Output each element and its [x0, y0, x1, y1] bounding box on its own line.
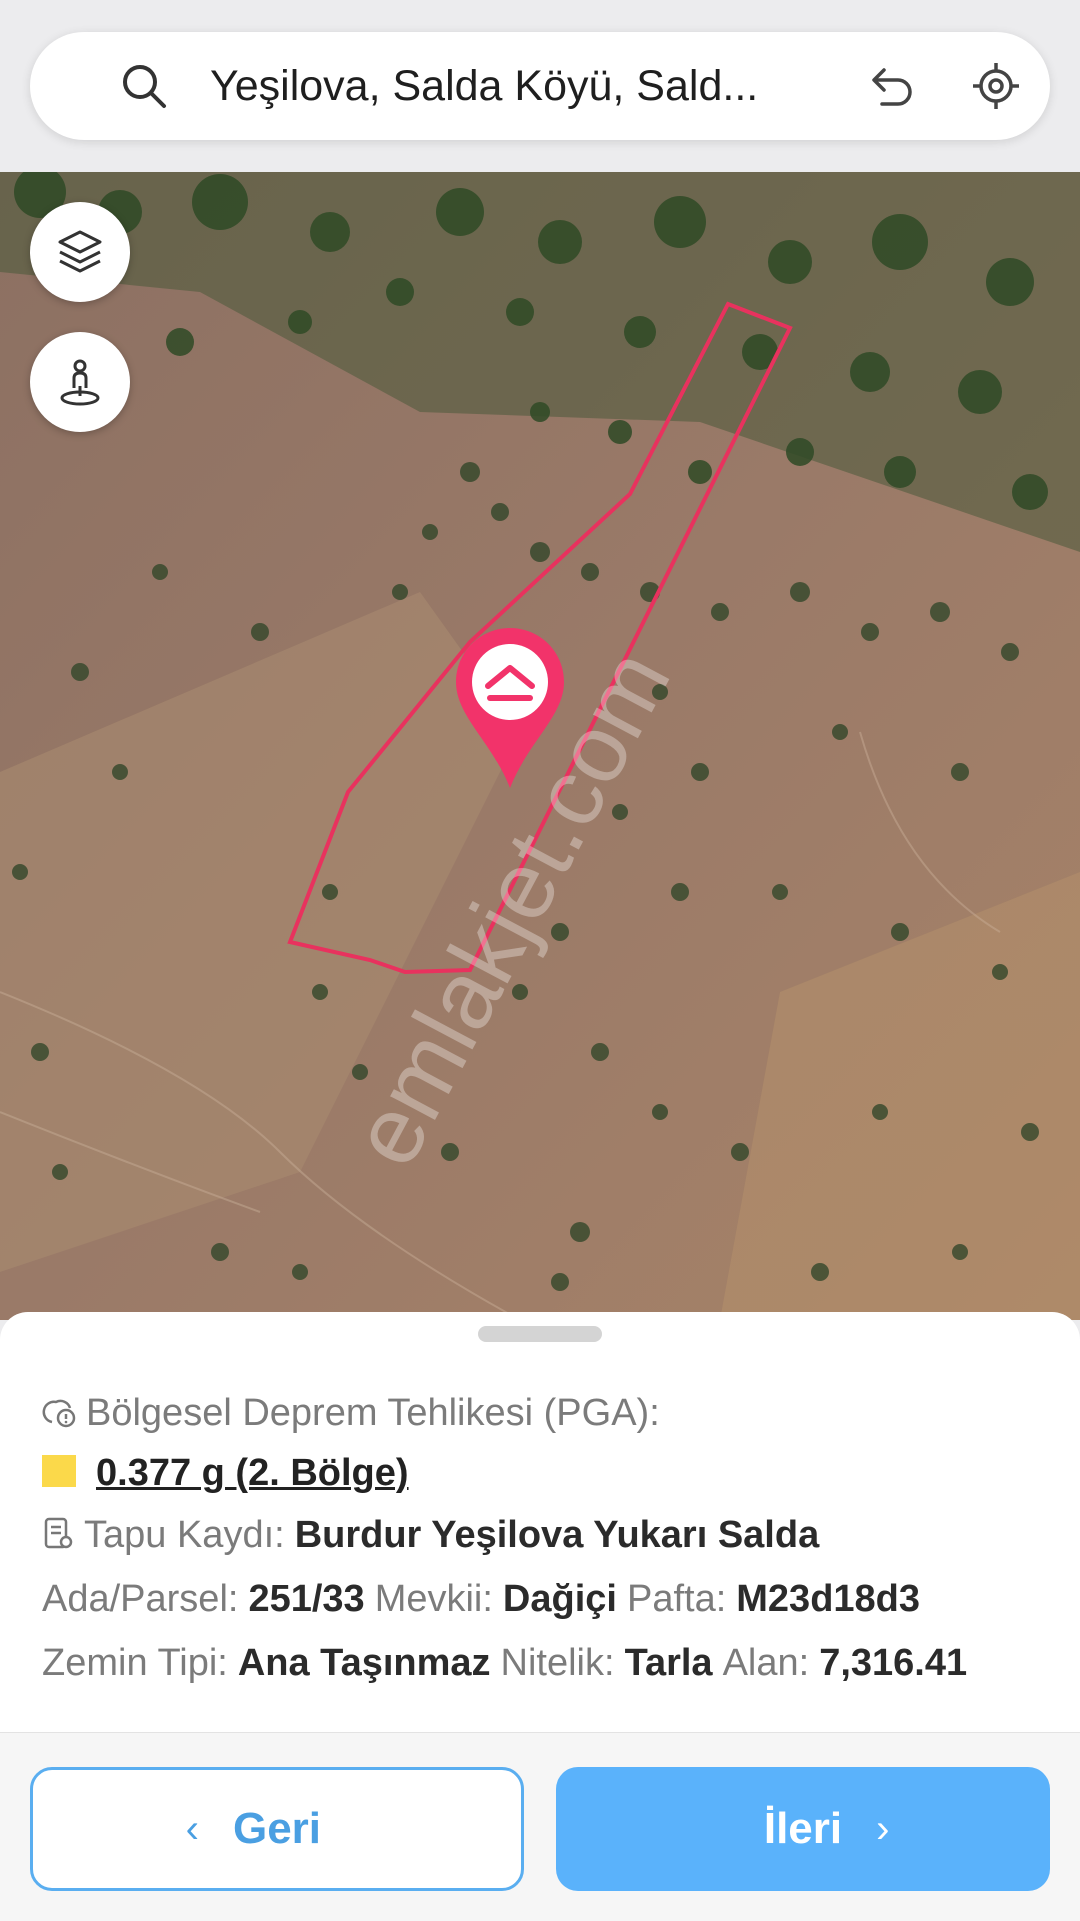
zemin-row: Zemin Tipi: Ana Taşınmaz Nitelik: Tarla Alan…: [42, 1642, 967, 1685]
ada-label: Ada/Parsel:: [42, 1578, 239, 1620]
zemin-label: Zemin Tipi:: [42, 1642, 228, 1684]
pga-row: Bölgesel Deprem Tehlikesi (PGA):: [42, 1392, 660, 1435]
street-view-icon: [60, 359, 100, 406]
pga-label: Bölgesel Deprem Tehlikesi (PGA):: [86, 1392, 660, 1434]
pga-color-swatch: [42, 1454, 76, 1487]
layers-button[interactable]: [30, 202, 130, 302]
alan-value: 7,316.41: [819, 1642, 968, 1684]
pafta-label: Pafta:: [626, 1578, 727, 1620]
chevron-left-icon: ‹: [185, 1806, 199, 1851]
locate-icon[interactable]: [970, 60, 1022, 112]
home-pin-icon[interactable]: [452, 624, 568, 792]
back-button[interactable]: ‹Geri‹: [30, 1767, 524, 1891]
pga-value-link[interactable]: 0.377 g (2. Bölge): [96, 1452, 409, 1494]
nitelik-label: Nitelik:: [500, 1642, 615, 1684]
satellite-map[interactable]: emlakjet.com: [0, 172, 1080, 1320]
tapu-label: Tapu Kaydı:: [84, 1514, 285, 1556]
tapu-value: Burdur Yeşilova Yukarı Salda: [294, 1514, 820, 1556]
document-icon: [44, 1517, 73, 1549]
tapu-row: Tapu Kaydı: Burdur Yeşilova Yukarı Salda: [42, 1514, 819, 1557]
next-button[interactable]: ›İleri›: [556, 1767, 1050, 1891]
mevkii-label: Mevkii:: [374, 1578, 493, 1620]
back-button-label: Geri: [232, 1804, 322, 1853]
pafta-value: M23d18d3: [736, 1578, 921, 1620]
undo-icon[interactable]: [866, 60, 918, 112]
earthquake-icon: [42, 1399, 76, 1428]
sheet-handle[interactable]: [478, 1326, 602, 1342]
alan-label: Alan:: [722, 1642, 810, 1684]
pga-value-row: 0.377 g (2. Bölge): [42, 1452, 409, 1495]
search-input[interactable]: Yeşilova, Salda Köyü, Sald...: [210, 32, 850, 140]
layers-icon: [58, 230, 102, 273]
footer-nav: ‹Geri‹ ›İleri›: [0, 1732, 1080, 1921]
nitelik-value: Tarla: [624, 1642, 713, 1684]
next-button-label: İleri: [763, 1804, 843, 1853]
mevkii-value: Dağiçi: [502, 1578, 617, 1620]
zemin-value: Ana Taşınmaz: [237, 1642, 491, 1684]
search-icon[interactable]: [118, 60, 170, 112]
parcel-info-sheet: Bölgesel Deprem Tehlikesi (PGA): 0.377 g…: [0, 1312, 1080, 1732]
search-bar[interactable]: Yeşilova, Salda Köyü, Sald...: [30, 32, 1050, 140]
chevron-right-icon: ›: [876, 1806, 890, 1851]
ada-row: Ada/Parsel: 251/33 Mevkii: Dağiçi Pafta: M23d…: [42, 1578, 920, 1621]
street-view-button[interactable]: [30, 332, 130, 432]
ada-value: 251/33: [248, 1578, 365, 1620]
